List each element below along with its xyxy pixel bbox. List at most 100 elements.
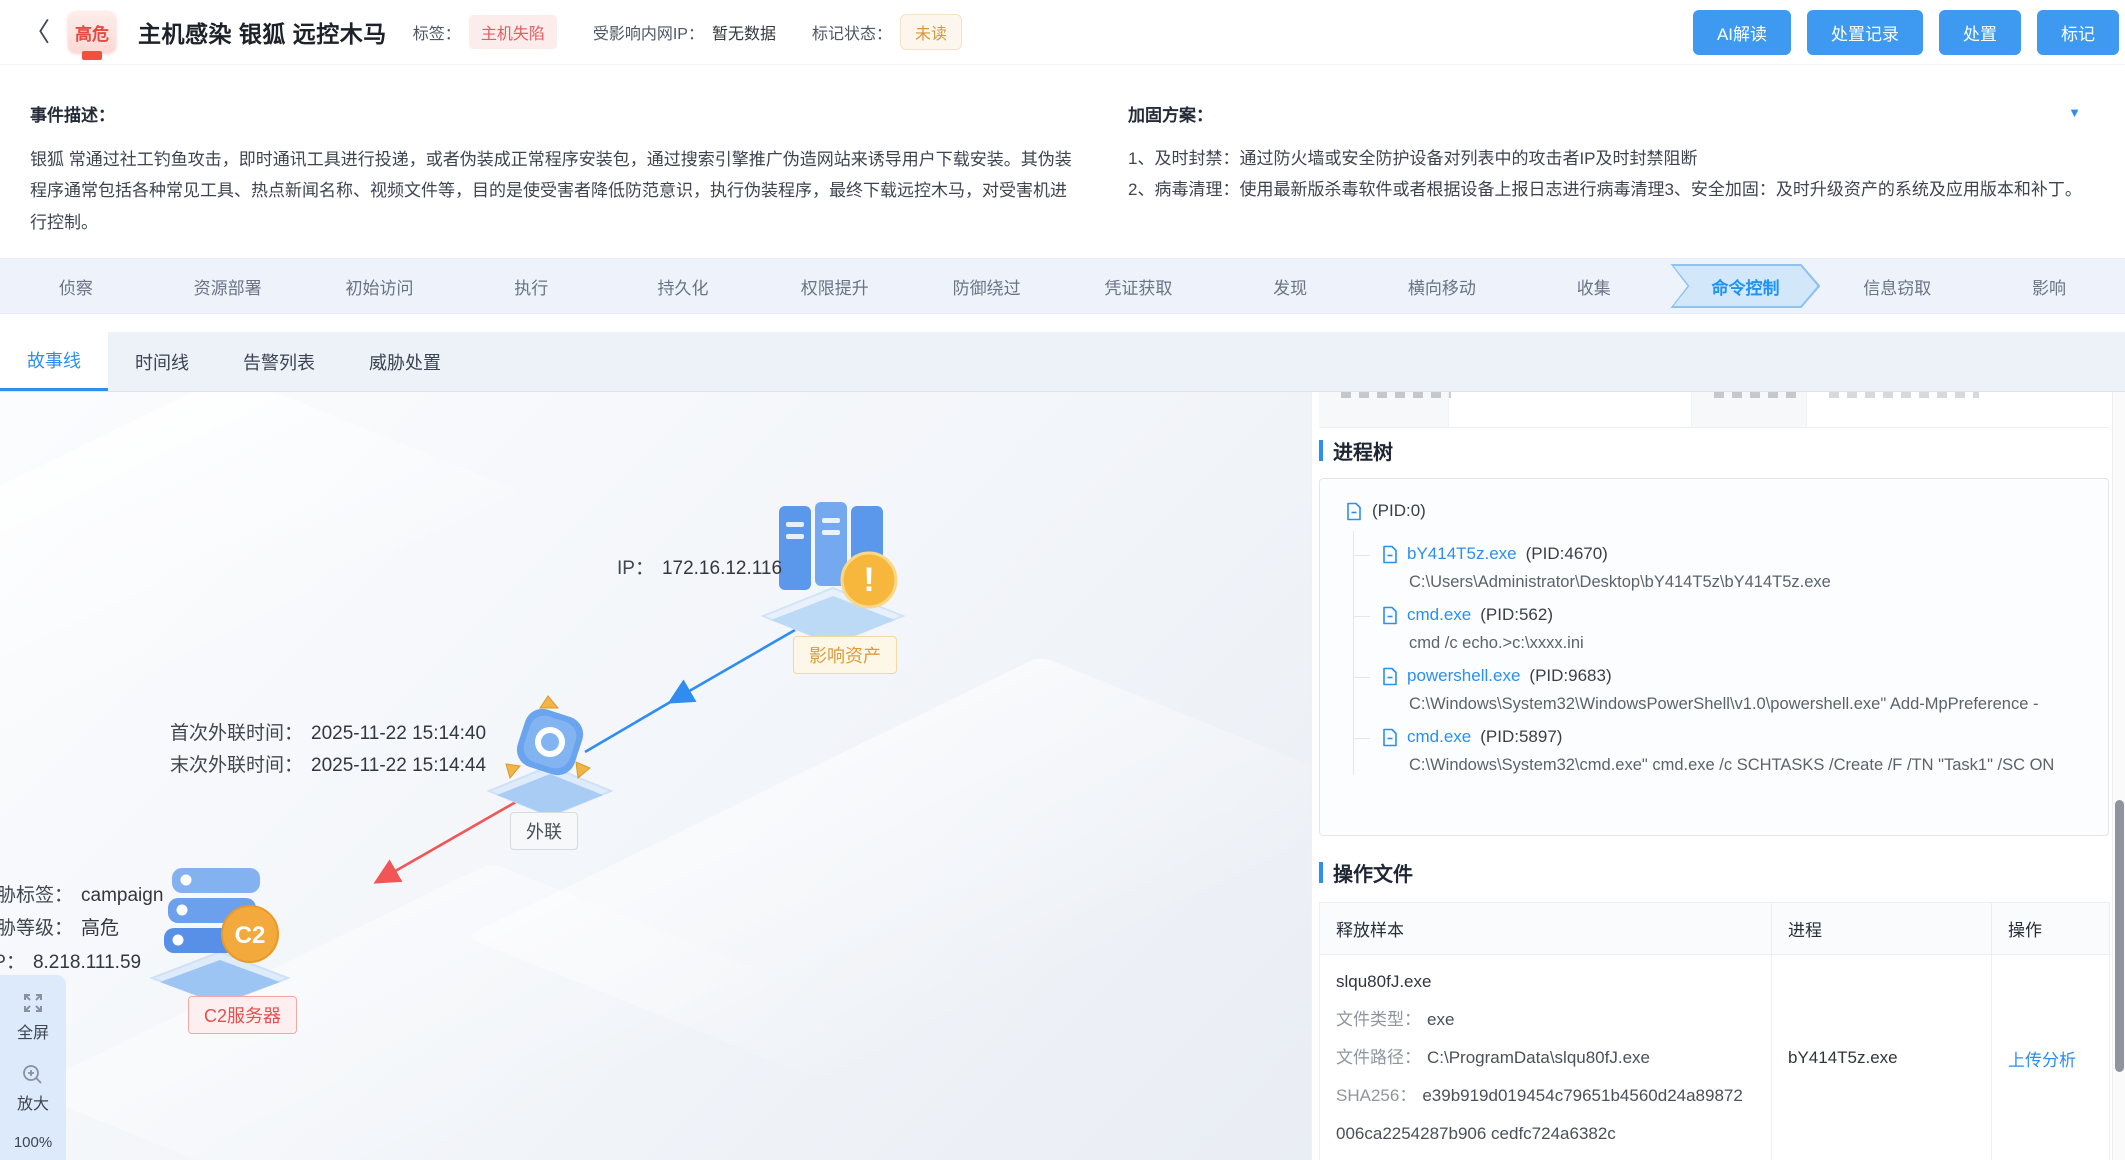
event-description-title: 事件描述： xyxy=(30,101,1080,126)
zoom-in-button[interactable]: 放大 xyxy=(17,1057,49,1120)
page-header: 〈 高危 主机感染 银狐 远控木马 标签： 主机失陷 受影响内网IP： 暂无数据… xyxy=(0,0,2125,64)
severity-badge: 高危 xyxy=(68,11,116,53)
affected-ip-value: 暂无数据 xyxy=(712,20,776,44)
sample-name: slqu80fJ.exe xyxy=(1336,971,1755,994)
c2-server-icon: C2 xyxy=(140,860,300,1005)
tab-threat-disposal[interactable]: 威胁处置 xyxy=(342,332,468,391)
ai-interpret-button[interactable]: AI解读 xyxy=(1693,10,1791,55)
file-icon xyxy=(1382,728,1398,747)
canvas-controls: 全屏 放大 100% xyxy=(0,975,66,1160)
file-icon xyxy=(1382,545,1398,564)
process-name-link[interactable]: powershell.exe xyxy=(1407,666,1520,686)
c2-server-label: C2服务器 xyxy=(188,996,297,1034)
view-tabs: 故事线 时间线 告警列表 威胁处置 xyxy=(0,332,2125,392)
process-tree: (PID:0) bY414T5z.exe (PID:4670) C:\Users… xyxy=(1319,478,2109,836)
tag-host-compromised: 主机失陷 xyxy=(469,15,557,49)
process-node: cmd.exe (PID:562) cmd /c echo.>c:\xxxx.i… xyxy=(1354,592,2082,653)
kill-chain-stage-exfiltration[interactable]: 信息窃取 xyxy=(1821,274,1973,299)
col-released-sample: 释放样本 xyxy=(1320,903,1772,955)
file-type-value: exe xyxy=(1427,1010,1454,1029)
disposal-button[interactable]: 处置 xyxy=(1939,10,2021,55)
process-name-link[interactable]: cmd.exe xyxy=(1407,727,1471,747)
last-outbound-time: 末次外联时间：2025-11-22 15:14:44 xyxy=(170,750,486,777)
kill-chain-stage-impact[interactable]: 影响 xyxy=(1973,274,2125,299)
remediation-title: 加固方案： xyxy=(1128,101,2098,126)
outbound-node[interactable] xyxy=(475,692,625,827)
threat-level-text: 威胁等级：高危 xyxy=(0,913,119,940)
kill-chain-stage-resource[interactable]: 资源部署 xyxy=(152,274,304,299)
svg-text:!: ! xyxy=(863,561,874,599)
threat-tag-text: 威胁标签：campaign xyxy=(0,880,163,907)
operation-files-table: 释放样本 进程 操作 slqu80fJ.exe 文件类型：exe 文件路径：C:… xyxy=(1319,902,2110,1160)
detail-panel: 进程树 (PID:0) bY414T5z.exe (PID:4670) C:\U… xyxy=(1313,392,2112,1160)
summary-section: 事件描述： 银狐 常通过社工钓鱼攻击，即时通讯工具进行投递，或者伪装成正常程序安… xyxy=(0,64,2125,258)
mark-status-label: 标记状态： xyxy=(812,20,892,44)
process-cmdline: C:\Windows\System32\WindowsPowerShell\v1… xyxy=(1409,695,2082,714)
process-node: cmd.exe (PID:5897) C:\Windows\System32\c… xyxy=(1354,714,2082,775)
outbound-connection-icon xyxy=(475,692,625,822)
process-cmdline: C:\Windows\System32\cmd.exe" cmd.exe /c … xyxy=(1409,756,2082,775)
table-row: slqu80fJ.exe 文件类型：exe 文件路径：C:\ProgramDat… xyxy=(1320,955,2110,1160)
tag-label: 标签： xyxy=(413,20,461,44)
collapse-caret-icon[interactable]: ▼ xyxy=(2068,105,2081,120)
sha256-value: e39b919d019454c79651b4560d24a89872 xyxy=(1422,1086,1743,1105)
process-cmdline: cmd /c echo.>c:\xxxx.ini xyxy=(1409,634,2082,653)
kill-chain-stage-execution[interactable]: 执行 xyxy=(455,274,607,299)
page-scrollbar-track[interactable] xyxy=(2112,392,2125,1160)
kill-chain-stage-discovery[interactable]: 发现 xyxy=(1214,274,1366,299)
kill-chain-stage-privilege[interactable]: 权限提升 xyxy=(759,274,911,299)
tab-storyline[interactable]: 故事线 xyxy=(0,332,108,391)
process-node: bY414T5z.exe (PID:4670) C:\Users\Adminis… xyxy=(1354,531,2082,592)
header-actions: AI解读 处置记录 处置 标记 xyxy=(1693,10,2125,55)
outbound-label: 外联 xyxy=(510,812,578,850)
tab-alert-list[interactable]: 告警列表 xyxy=(216,332,342,391)
asset-ip-text: IP：172.16.12.116 xyxy=(617,553,782,580)
c2-server-node[interactable]: C2 xyxy=(140,860,300,1010)
kill-chain-stage-collection[interactable]: 收集 xyxy=(1518,274,1670,299)
operation-files-title: 操作文件 xyxy=(1333,858,1413,887)
remediation-line-2: 2、病毒清理：使用最新版杀毒软件或者根据设备上报日志进行病毒清理3、安全加固：及… xyxy=(1128,175,2098,206)
file-icon xyxy=(1382,667,1398,686)
remediation-line-1: 1、及时封禁：通过防火墙或安全防护设备对列表中的攻击者IP及时封禁阻断 xyxy=(1128,144,2098,175)
process-name-link[interactable]: bY414T5z.exe xyxy=(1407,544,1517,564)
process-tree-header: 进程树 xyxy=(1319,436,1393,465)
fullscreen-button[interactable]: 全屏 xyxy=(17,985,49,1049)
fullscreen-icon xyxy=(21,991,45,1015)
header-meta: 标签： 主机失陷 受影响内网IP： 暂无数据 标记状态： 未读 xyxy=(413,14,990,50)
mark-status-badge: 未读 xyxy=(900,14,962,50)
process-name-link[interactable]: cmd.exe xyxy=(1407,605,1471,625)
file-path-value: C:\ProgramData\slqu80fJ.exe xyxy=(1427,1048,1650,1067)
kill-chain-stage-initial-access[interactable]: 初始访问 xyxy=(304,274,456,299)
process-cmdline: C:\Users\Administrator\Desktop\bY414T5z\… xyxy=(1409,573,2082,592)
back-icon[interactable]: 〈 xyxy=(24,19,50,45)
process-cell: bY414T5z.exe xyxy=(1772,955,1992,1160)
event-description-body: 银狐 常通过社工钓鱼攻击，即时通讯工具进行投递，或者伪装成正常程序安装包，通过搜… xyxy=(30,144,1080,238)
file-icon xyxy=(1382,606,1398,625)
c2-ip-text: IP：8.218.111.59 xyxy=(0,947,141,974)
disposal-record-button[interactable]: 处置记录 xyxy=(1807,10,1923,55)
attack-storyline-canvas[interactable]: ! 影响资产 IP：172.16.12.116 外联 xyxy=(0,392,1312,1160)
mark-button[interactable]: 标记 xyxy=(2037,10,2119,55)
kill-chain-stage-lateral[interactable]: 横向移动 xyxy=(1366,274,1518,299)
kill-chain-stage-defense-evasion[interactable]: 防御绕过 xyxy=(911,274,1063,299)
operation-files-header: 操作文件 xyxy=(1319,858,1413,887)
svg-text:C2: C2 xyxy=(235,922,266,949)
kill-chain-stage-credential[interactable]: 凭证获取 xyxy=(1062,274,1214,299)
kill-chain-stage-persistence[interactable]: 持久化 xyxy=(607,274,759,299)
zoom-level-value: 100% xyxy=(14,1128,52,1157)
kill-chain-stage-command-control[interactable]: 命令控制 xyxy=(1670,264,1822,308)
zoom-in-icon xyxy=(21,1063,44,1086)
affected-ip-label: 受影响内网IP： xyxy=(593,20,704,44)
kill-chain-stage-recon[interactable]: 侦察 xyxy=(0,274,152,299)
tab-timeline[interactable]: 时间线 xyxy=(108,332,216,391)
upload-analyze-link[interactable]: 上传分析 xyxy=(2008,1051,2076,1070)
process-tree-root[interactable]: (PID:0) xyxy=(1346,501,2082,521)
page-scrollbar-thumb[interactable] xyxy=(2115,800,2124,1072)
affected-asset-label: 影响资产 xyxy=(793,636,897,674)
col-process: 进程 xyxy=(1772,903,1992,955)
process-tree-title: 进程树 xyxy=(1333,436,1393,465)
process-node: powershell.exe (PID:9683) C:\Windows\Sys… xyxy=(1354,653,2082,714)
first-outbound-time: 首次外联时间：2025-11-22 15:14:40 xyxy=(170,718,486,745)
clipped-table-remnant xyxy=(1319,392,2109,428)
incident-detail-page: 〈 高危 主机感染 银狐 远控木马 标签： 主机失陷 受影响内网IP： 暂无数据… xyxy=(0,0,2125,1160)
